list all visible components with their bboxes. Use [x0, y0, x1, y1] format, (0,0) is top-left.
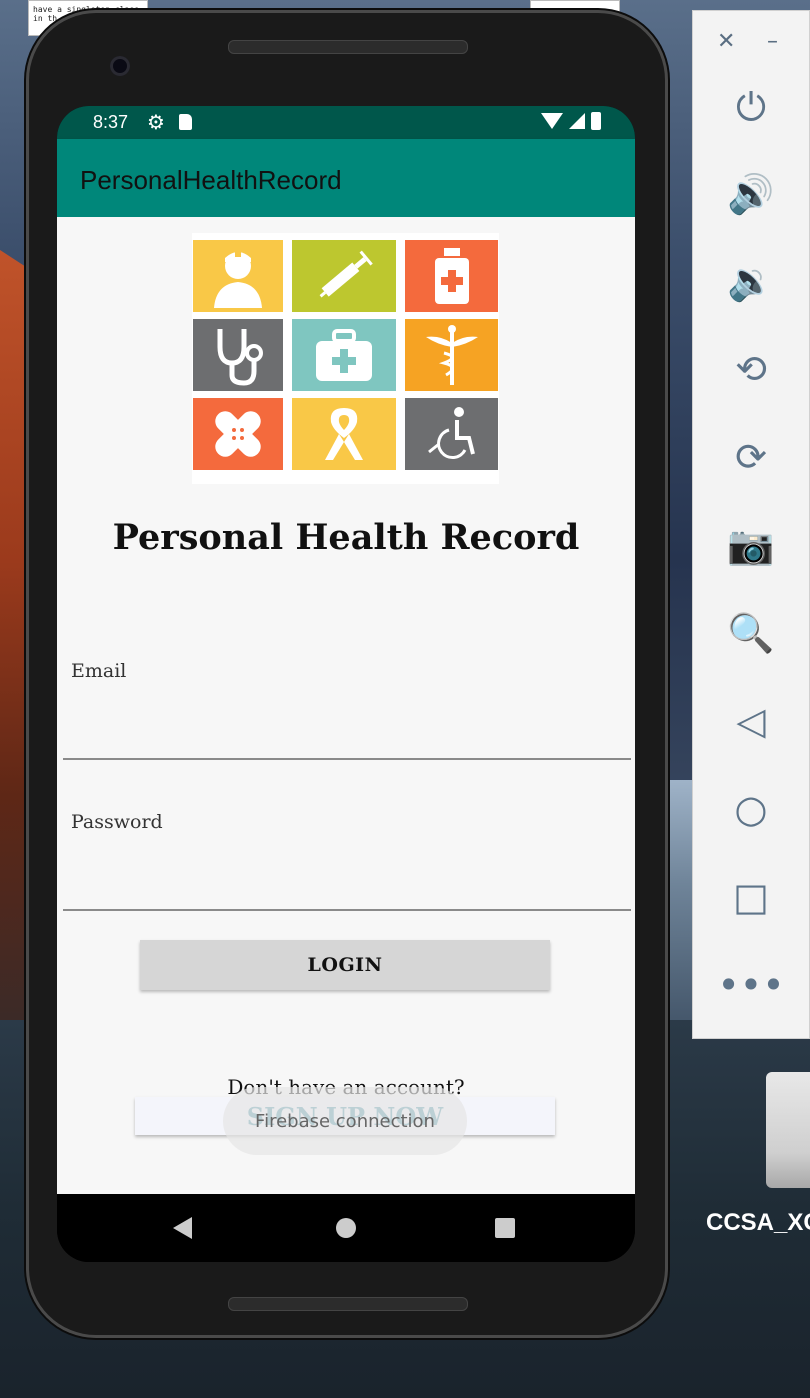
- status-bar: 8:37 ⚙: [57, 106, 635, 139]
- login-screen: Personal Health Record Email Password LO…: [57, 217, 635, 1194]
- doctor-icon: [193, 240, 283, 312]
- app-title: PersonalHealthRecord: [80, 165, 342, 195]
- zoom-icon[interactable]: 🔍: [723, 605, 779, 661]
- health-logo: [192, 233, 499, 484]
- back-icon[interactable]: ◁: [723, 693, 779, 749]
- bandage-icon: [193, 398, 283, 470]
- awareness-ribbon-icon: [292, 398, 396, 470]
- cell-signal-icon: [569, 113, 585, 129]
- camera-icon[interactable]: 📷: [723, 517, 779, 573]
- settings-gear-icon: ⚙: [147, 110, 165, 134]
- caduceus-icon: [405, 319, 498, 391]
- minimize-icon[interactable]: –: [767, 29, 778, 54]
- nav-home-icon[interactable]: [336, 1218, 356, 1238]
- sd-card-icon: [179, 114, 192, 130]
- drive-label: CCSA_XC -US: [706, 1209, 810, 1236]
- phone-screen: 8:37 ⚙ PersonalHealthRecord Personal Hea…: [57, 106, 635, 1262]
- wheelchair-icon: [405, 398, 498, 470]
- page-title: Personal Health Record: [112, 517, 580, 558]
- password-label: Password: [71, 811, 163, 833]
- toast-message: Firebase connection: [223, 1087, 467, 1155]
- email-label: Email: [71, 660, 127, 682]
- bottom-speaker: [228, 1297, 468, 1311]
- wifi-icon: [541, 113, 563, 129]
- password-field[interactable]: [63, 867, 631, 911]
- volume-down-icon[interactable]: 🔉: [723, 253, 779, 309]
- medicine-bottle-icon: [405, 240, 498, 312]
- nav-back-icon[interactable]: [173, 1217, 192, 1239]
- first-aid-kit-icon: [292, 319, 396, 391]
- volume-up-icon[interactable]: 🔊: [723, 166, 779, 222]
- front-camera: [110, 56, 130, 76]
- more-icon[interactable]: •••: [717, 957, 784, 1013]
- status-time: 8:37: [93, 112, 129, 132]
- overview-icon[interactable]: □: [723, 869, 779, 925]
- email-field[interactable]: [63, 716, 631, 760]
- app-bar: PersonalHealthRecord: [57, 139, 635, 217]
- nav-recents-icon[interactable]: [495, 1218, 515, 1238]
- android-nav-bar: [57, 1194, 635, 1262]
- status-icons: [541, 112, 601, 130]
- top-speaker: [228, 40, 468, 54]
- stethoscope-icon: [193, 319, 283, 391]
- home-icon[interactable]: ○: [723, 781, 779, 837]
- rotate-right-icon[interactable]: ⟳: [723, 429, 779, 485]
- toast-text: Firebase connection: [255, 1110, 435, 1132]
- drive-icon[interactable]: [766, 1072, 810, 1188]
- battery-icon: [591, 112, 601, 130]
- emulator-toolbar: ✕ – ⏻ 🔊 🔉 ⟲ ⟳ 📷 🔍 ◁ ○ □ •••: [692, 10, 810, 1039]
- rotate-left-icon[interactable]: ⟲: [723, 341, 779, 397]
- phone-frame: 8:37 ⚙ PersonalHealthRecord Personal Hea…: [26, 10, 668, 1338]
- login-button[interactable]: LOGIN: [140, 940, 550, 990]
- syringe-icon: [292, 240, 396, 312]
- power-icon[interactable]: ⏻: [723, 79, 779, 135]
- close-icon[interactable]: ✕: [717, 29, 735, 54]
